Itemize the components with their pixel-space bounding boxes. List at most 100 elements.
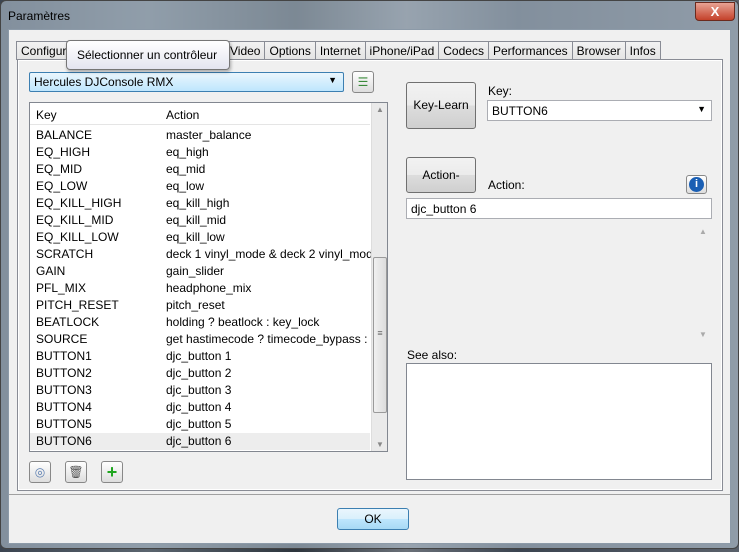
tab-iphoneipad[interactable]: iPhone/iPad	[364, 41, 440, 60]
row-key: EQ_KILL_MID	[36, 213, 114, 227]
table-row[interactable]: EQ_HIGH eq_high	[30, 144, 370, 161]
disc-icon: ◎	[34, 465, 46, 479]
delete-button[interactable]: 🗑	[65, 461, 87, 483]
row-key: EQ_KILL_LOW	[36, 230, 119, 244]
row-key: BEATLOCK	[36, 315, 100, 329]
row-action: holding ? beatlock : key_lock	[166, 315, 320, 329]
row-action: headphone_mix	[166, 281, 252, 295]
ok-button[interactable]: OK	[337, 508, 409, 530]
scroll-down-icon[interactable]: ▼	[376, 440, 384, 449]
controller-details-button[interactable]: ☰	[352, 71, 374, 93]
window-title: Paramètres	[8, 9, 71, 23]
trash-icon: 🗑	[68, 465, 84, 479]
table-row[interactable]: BUTTON3 djc_button 3	[30, 382, 370, 399]
row-key: EQ_HIGH	[36, 145, 91, 159]
table-row[interactable]: BUTTON6 djc_button 6	[30, 433, 370, 450]
table-row[interactable]: PFL_MIX headphone_mix	[30, 280, 370, 297]
close-button[interactable]: X	[695, 2, 735, 21]
table-row[interactable]: BEATLOCK holding ? beatlock : key_lock	[30, 314, 370, 331]
key-learn-button[interactable]: Key-Learn	[406, 82, 476, 129]
refresh-button[interactable]: ◎	[29, 461, 51, 483]
list-scrollbar[interactable]: ▲ ≡ ▼	[371, 103, 387, 451]
row-action: eq_mid	[166, 162, 206, 176]
table-row[interactable]: SCRATCH deck 1 vinyl_mode & deck 2 vinyl_…	[30, 246, 379, 263]
row-key: BUTTON5	[36, 417, 92, 431]
table-row[interactable]: EQ_MID eq_mid	[30, 161, 370, 178]
info-button[interactable]: i	[686, 175, 707, 194]
table-row[interactable]: BUTTON2 djc_button 2	[30, 365, 370, 382]
table-row[interactable]: BALANCE master_balance	[30, 127, 370, 144]
tab-video[interactable]: Video	[225, 41, 266, 60]
row-key: SOURCE	[36, 332, 88, 346]
table-row[interactable]: SOURCE get hastimecode ? timecode_bypass …	[30, 331, 381, 348]
tab-performances[interactable]: Performances	[487, 41, 573, 60]
row-action: master_balance	[166, 128, 252, 142]
key-value: BUTTON6	[492, 104, 548, 118]
table-row[interactable]: EQ_KILL_HIGH eq_kill_high	[30, 195, 370, 212]
list-icon: ☰	[357, 75, 369, 89]
table-row[interactable]: BUTTON5 djc_button 5	[30, 416, 370, 433]
tab-browser[interactable]: Browser	[571, 41, 626, 60]
row-action: djc_button 1	[166, 349, 232, 363]
key-select[interactable]: BUTTON6 ▼	[487, 100, 712, 121]
row-action: djc_button 2	[166, 366, 232, 380]
action-learn-button[interactable]: Action-Learn	[406, 157, 476, 216]
plus-icon: +	[106, 462, 118, 482]
info-icon: i	[689, 177, 704, 192]
key-label: Key:	[488, 84, 513, 98]
controller-tooltip: Sélectionner un contrôleur	[66, 40, 230, 70]
row-action: eq_low	[166, 179, 205, 193]
scroll-up-icon[interactable]: ▲	[376, 105, 384, 114]
chevron-down-icon: ▼	[697, 104, 706, 114]
tab-options[interactable]: Options	[264, 41, 316, 60]
action-value: djc_button 6	[411, 202, 477, 216]
add-button[interactable]: +	[101, 461, 123, 483]
see-also-box[interactable]	[406, 363, 712, 480]
row-action: djc_button 5	[166, 417, 232, 431]
table-row[interactable]: EQ_KILL_LOW eq_kill_low	[30, 229, 370, 246]
row-action: pitch_reset	[166, 298, 225, 312]
row-key: SCRATCH	[36, 247, 94, 261]
table-row[interactable]: EQ_LOW eq_low	[30, 178, 370, 195]
row-action: gain_slider	[166, 264, 225, 278]
row-action: get hastimecode ? timecode_bypass : ...	[166, 332, 381, 346]
column-header-key[interactable]: Key	[36, 108, 57, 122]
tab-internet[interactable]: Internet	[314, 41, 366, 60]
chevron-down-icon: ▼	[328, 75, 337, 85]
table-row[interactable]: EQ_KILL_MID eq_kill_mid	[30, 212, 370, 229]
row-key: PFL_MIX	[36, 281, 87, 295]
tab-codecs[interactable]: Codecs	[438, 41, 489, 60]
row-action: eq_kill_mid	[166, 213, 227, 227]
details-scrollbar[interactable]: ▲ ▼	[696, 223, 710, 343]
row-action: djc_button 3	[166, 383, 232, 397]
row-action: eq_kill_high	[166, 196, 230, 210]
row-key: BUTTON1	[36, 349, 92, 363]
tab-infos[interactable]: Infos	[624, 41, 661, 60]
row-action: djc_button 6	[166, 434, 232, 448]
table-row[interactable]: GAIN gain_slider	[30, 263, 370, 280]
row-action: djc_button 4	[166, 400, 232, 414]
table-row[interactable]: BUTTON4 djc_button 4	[30, 399, 370, 416]
row-key: BUTTON4	[36, 400, 92, 414]
table-row[interactable]: PITCH_RESET pitch_reset	[30, 297, 370, 314]
column-header-action[interactable]: Action	[166, 108, 199, 122]
row-key: BALANCE	[36, 128, 93, 142]
action-label: Action:	[488, 178, 525, 192]
row-key: EQ_LOW	[36, 179, 88, 193]
action-details-area: ▲ ▼	[406, 223, 712, 343]
row-key: BUTTON6	[36, 434, 92, 448]
action-input[interactable]: djc_button 6	[406, 198, 712, 219]
row-key: BUTTON2	[36, 366, 92, 380]
row-key: BUTTON3	[36, 383, 92, 397]
row-action: deck 1 vinyl_mode & deck 2 vinyl_mode	[166, 247, 380, 261]
row-key: EQ_KILL_HIGH	[36, 196, 122, 210]
scrollbar-thumb[interactable]: ≡	[373, 257, 387, 413]
row-action: eq_high	[166, 145, 209, 159]
see-also-label: See also:	[407, 348, 458, 362]
mapping-list[interactable]: Key Action BALANCE master_balance EQ_HIGH e…	[29, 102, 388, 452]
table-row[interactable]: BUTTON1 djc_button 1	[30, 348, 370, 365]
row-action: eq_kill_low	[166, 230, 225, 244]
row-key: PITCH_RESET	[36, 298, 119, 312]
controller-select[interactable]: Hercules DJConsole RMX ▼	[29, 72, 344, 92]
list-header: Key Action	[30, 103, 370, 125]
